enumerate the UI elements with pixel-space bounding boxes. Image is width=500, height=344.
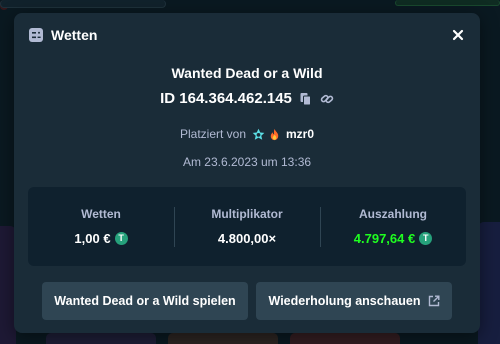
stat-multiplier: Multiplikator 4.800,00× — [174, 187, 320, 266]
bet-slip-icon — [28, 27, 44, 43]
stat-payout-value-row: 4.797,64 € T — [353, 231, 433, 246]
fire-icon — [268, 128, 281, 141]
watch-replay-button-label: Wiederholung anschauen — [268, 294, 421, 308]
play-game-button[interactable]: Wanted Dead or a Wild spielen — [42, 282, 248, 320]
stat-multiplier-value-row: 4.800,00× — [218, 231, 276, 246]
stat-payout-value: 4.797,64 € — [353, 231, 416, 246]
play-game-button-label: Wanted Dead or a Wild spielen — [54, 294, 236, 308]
game-title: Wanted Dead or a Wild — [171, 65, 323, 81]
vip-star-icon — [252, 128, 265, 141]
modal-title: Wetten — [51, 27, 98, 43]
bet-stats-panel: Wetten 1,00 € T Multiplikator 4.800,00× … — [28, 187, 466, 266]
bet-id-row: ID 164.364.462.145 — [14, 90, 480, 107]
stat-payout: Auszahlung 4.797,64 € T — [320, 187, 466, 266]
action-buttons: Wanted Dead or a Wild spielen Wiederholu… — [42, 282, 452, 320]
stat-bet: Wetten 1,00 € T — [28, 187, 174, 266]
copy-icon[interactable] — [299, 92, 313, 106]
tether-coin-icon: T — [419, 232, 433, 245]
watch-replay-button[interactable]: Wiederholung anschauen — [256, 282, 452, 320]
modal-header: Wetten — [14, 13, 480, 57]
close-icon[interactable] — [451, 28, 465, 42]
placed-by-row: Platziert von mzr0 — [14, 127, 480, 141]
stat-multiplier-label: Multiplikator — [211, 207, 283, 221]
bet-date: Am 23.6.2023 um 13:36 — [182, 155, 312, 169]
stat-bet-value: 1,00 € — [74, 231, 111, 246]
stat-multiplier-value: 4.800,00× — [217, 231, 277, 246]
username[interactable]: mzr0 — [286, 127, 314, 141]
link-icon[interactable] — [320, 92, 334, 106]
tether-coin-icon: T — [114, 232, 128, 245]
placed-by-label: Platziert von — [179, 127, 246, 141]
stat-bet-value-row: 1,00 € T — [74, 231, 128, 246]
external-link-icon — [428, 295, 440, 307]
bet-details-modal: Wetten Wanted Dead or a Wild ID 164.364.… — [14, 13, 480, 333]
bet-id: ID 164.364.462.145 — [160, 90, 292, 107]
stat-bet-label: Wetten — [81, 207, 121, 221]
stat-payout-label: Auszahlung — [359, 207, 427, 221]
